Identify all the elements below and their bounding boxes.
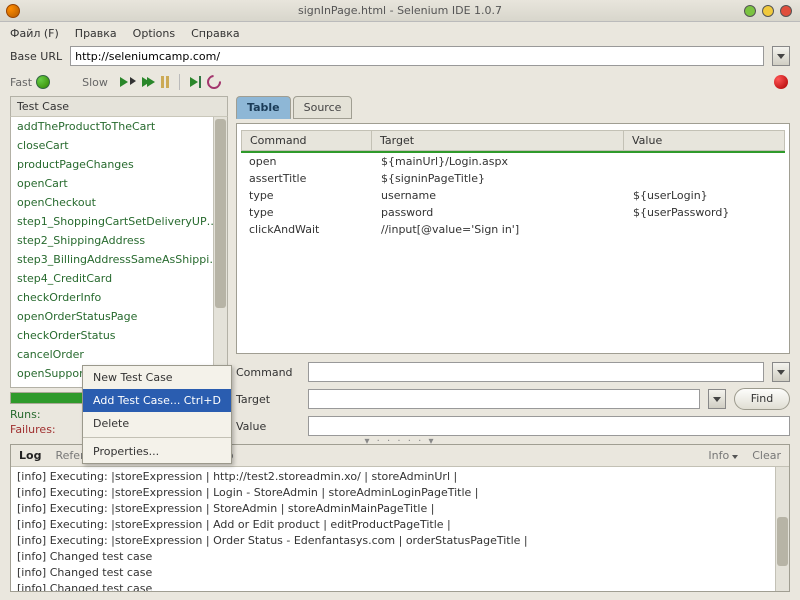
col-target[interactable]: Target: [372, 131, 624, 150]
baseurl-input[interactable]: [70, 46, 764, 66]
menu-add-testcase[interactable]: Add Test Case...Ctrl+D: [83, 389, 231, 412]
testcase-list[interactable]: addTheProductToTheCartcloseCartproductPa…: [10, 117, 228, 388]
col-command[interactable]: Command: [242, 131, 372, 150]
command-row[interactable]: assertTitle${signinPageTitle}: [241, 170, 785, 187]
testcase-item[interactable]: openOrderStatusPage: [11, 307, 227, 326]
menu-properties[interactable]: Properties...: [83, 440, 231, 463]
testcase-item[interactable]: closeCart: [11, 136, 227, 155]
form-value-input[interactable]: [308, 416, 790, 436]
command-table-header: Command Target Value: [241, 130, 785, 151]
target-dropdown-icon[interactable]: [708, 389, 726, 409]
menu-help[interactable]: Справка: [191, 27, 239, 40]
testcase-item[interactable]: checkOrderInfo: [11, 288, 227, 307]
toolbar: Fast Slow: [0, 68, 800, 96]
command-table[interactable]: Command Target Value open${mainUrl}/Logi…: [236, 123, 790, 354]
testcase-item[interactable]: step4_CreditCard: [11, 269, 227, 288]
testcase-item[interactable]: cancelOrder: [11, 345, 227, 364]
log-line: [info] Executing: |storeExpression | Sto…: [17, 501, 783, 517]
log-line: [info] Executing: |storeExpression | Log…: [17, 485, 783, 501]
log-area[interactable]: [info] Executing: |storeExpression | htt…: [11, 467, 789, 591]
testcase-item[interactable]: addTheProductToTheCart: [11, 117, 227, 136]
log-line: [info] Changed test case: [17, 549, 783, 565]
clear-button[interactable]: Clear: [752, 449, 781, 462]
command-row[interactable]: typepassword${userPassword}: [241, 204, 785, 221]
speed-fast-label: Fast: [10, 76, 32, 89]
testcase-item[interactable]: checkOrderStatus: [11, 326, 227, 345]
speed-slider[interactable]: Fast Slow: [10, 75, 108, 89]
maximize-icon[interactable]: [762, 5, 774, 17]
log-pane: Log Reference UI-Element Rollup Info Cle…: [10, 444, 790, 592]
editor-pane: Table Source Command Target Value open${…: [236, 96, 790, 436]
command-row[interactable]: open${mainUrl}/Login.aspx: [241, 153, 785, 170]
reload-icon[interactable]: [204, 72, 224, 92]
form-target-label: Target: [236, 393, 300, 406]
tab-log[interactable]: Log: [19, 449, 41, 462]
menu-edit[interactable]: Правка: [75, 27, 117, 40]
form-command-label: Command: [236, 366, 300, 379]
baseurl-row: Base URL: [0, 44, 800, 68]
command-form: Command Target Find Value: [236, 362, 790, 436]
baseurl-label: Base URL: [10, 50, 62, 63]
menu-options[interactable]: Options: [133, 27, 175, 40]
find-button[interactable]: Find: [734, 388, 790, 410]
menu-file[interactable]: Файл (F): [10, 27, 59, 40]
speed-thumb-icon[interactable]: [36, 75, 50, 89]
play-all-button[interactable]: [120, 77, 136, 87]
log-line: [info] Changed test case: [17, 565, 783, 581]
log-scrollbar[interactable]: [775, 467, 789, 591]
command-row[interactable]: clickAndWait//input[@value='Sign in']: [241, 221, 785, 238]
form-command-input[interactable]: [308, 362, 764, 382]
log-line: [info] Executing: |storeExpression | htt…: [17, 469, 783, 485]
testcase-item[interactable]: productPageChanges: [11, 155, 227, 174]
command-row[interactable]: typeusername${userLogin}: [241, 187, 785, 204]
step-button[interactable]: [190, 76, 201, 88]
play-button[interactable]: [142, 77, 155, 87]
tab-table[interactable]: Table: [236, 96, 291, 119]
col-value[interactable]: Value: [624, 131, 784, 150]
scrollbar[interactable]: [213, 117, 227, 387]
baseurl-dropdown-icon[interactable]: [772, 46, 790, 66]
window-title: signInPage.html - Selenium IDE 1.0.7: [298, 4, 502, 17]
minimize-icon[interactable]: [744, 5, 756, 17]
log-line: [info] Changed test case: [17, 581, 783, 591]
testcase-item[interactable]: step2_ShippingAddress: [11, 231, 227, 250]
menubar: Файл (F) Правка Options Справка: [0, 22, 800, 44]
menu-new-testcase[interactable]: New Test Case: [83, 366, 231, 389]
context-menu: New Test Case Add Test Case...Ctrl+D Del…: [82, 365, 232, 464]
form-target-input[interactable]: [308, 389, 700, 409]
testcase-header: Test Case: [10, 96, 228, 117]
testcase-item[interactable]: openCart: [11, 174, 227, 193]
menu-delete-testcase[interactable]: Delete: [83, 412, 231, 435]
tab-source[interactable]: Source: [293, 96, 353, 119]
titlebar: signInPage.html - Selenium IDE 1.0.7: [0, 0, 800, 22]
testcase-item[interactable]: step1_ShoppingCartSetDeliveryUPS...: [11, 212, 227, 231]
app-icon: [6, 4, 20, 18]
command-dropdown-icon[interactable]: [772, 362, 790, 382]
pause-button[interactable]: [161, 76, 169, 88]
log-level-dropdown[interactable]: Info: [708, 449, 738, 462]
form-value-label: Value: [236, 420, 300, 433]
speed-slow-label: Slow: [82, 76, 108, 89]
log-line: [info] Executing: |storeExpression | Add…: [17, 517, 783, 533]
close-icon[interactable]: [780, 5, 792, 17]
window-controls: [744, 5, 792, 17]
record-indicator-icon[interactable]: [774, 75, 788, 89]
testcase-item[interactable]: step3_BillingAddressSameAsShipping: [11, 250, 227, 269]
testcase-item[interactable]: openCheckout: [11, 193, 227, 212]
log-line: [info] Executing: |storeExpression | Ord…: [17, 533, 783, 549]
